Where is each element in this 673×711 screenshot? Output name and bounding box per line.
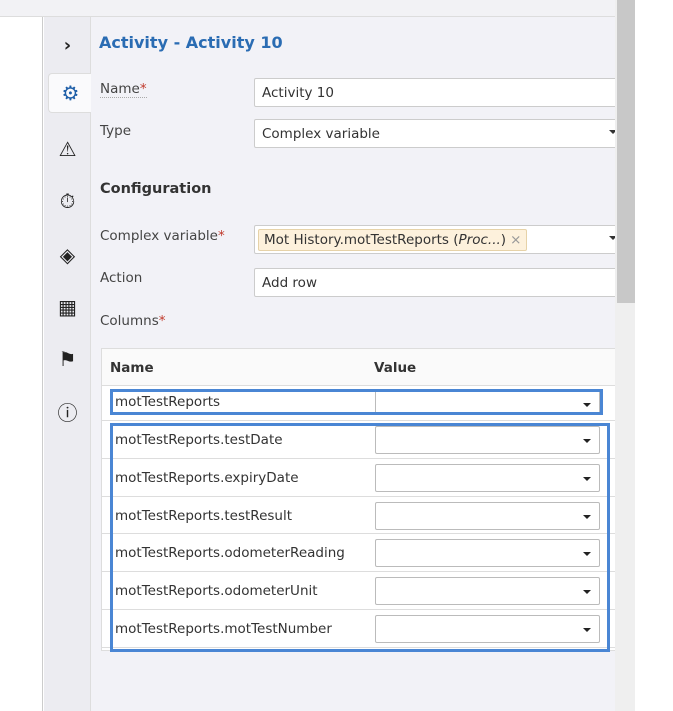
column-name: motTestReports.motTestNumber — [115, 620, 332, 637]
name-label-text: Name — [100, 81, 140, 97]
header-name: Name — [110, 360, 154, 376]
value-select[interactable] — [375, 501, 600, 530]
properties-panel: Activity - Activity 10 Name* Activity 10… — [91, 17, 624, 711]
column-name: motTestReports.odometerUnit — [115, 583, 318, 600]
type-select[interactable]: Complex variable — [254, 119, 624, 148]
table-row: motTestReports.testResult — [102, 497, 615, 535]
table-row: motTestReports.testDate — [102, 421, 615, 459]
required-mark: * — [139, 81, 147, 97]
table-row: motTestReports.motTestNumber — [102, 610, 615, 648]
chevron-down-icon — [583, 552, 591, 557]
chevron-down-icon — [583, 439, 591, 443]
column-name: motTestReports.odometerReading — [115, 545, 345, 562]
table-row: motTestReports.odometerUnit — [102, 572, 615, 610]
timer-icon[interactable]: ⏱ — [44, 181, 91, 221]
value-select[interactable] — [375, 463, 600, 492]
alert-clipboard-icon[interactable]: ⚠ — [44, 129, 91, 169]
forms-icon[interactable]: ◈ — [44, 235, 91, 275]
value-select[interactable] — [375, 390, 600, 415]
name-value: Activity 10 — [262, 85, 334, 101]
required-mark: * — [217, 228, 225, 244]
chevron-down-icon — [583, 627, 591, 632]
selected-variable-tag: Mot History.motTestReports (Proc...) × — [258, 229, 528, 251]
value-select[interactable] — [375, 614, 600, 643]
column-name: motTestReports.expiryDate — [115, 469, 299, 486]
scrollbar-thumb[interactable] — [617, 0, 635, 303]
tag-text-italic: Proc... — [458, 232, 501, 248]
action-label: Action — [100, 270, 143, 286]
complex-variable-select[interactable]: Mot History.motTestReports (Proc...) × — [254, 225, 624, 254]
info-icon[interactable]: ⓘ — [44, 391, 91, 431]
table-row: motTestReports.odometerReading — [102, 534, 615, 573]
tag-text: Mot History.motTestReports ( — [264, 232, 459, 248]
type-value: Complex variable — [262, 126, 380, 142]
chevron-down-icon — [583, 514, 591, 519]
top-bar — [0, 0, 615, 17]
complex-variable-label: Complex variable* — [100, 228, 225, 244]
expand-chevron-icon[interactable]: › — [44, 25, 91, 65]
chevron-down-icon — [583, 476, 591, 481]
value-select[interactable] — [375, 577, 600, 606]
column-name: motTestReports — [115, 394, 221, 410]
value-select[interactable] — [375, 539, 600, 568]
page-title: Activity - Activity 10 — [99, 33, 283, 52]
side-rail: › ⚙ ⚠ ⏱ ◈ ▦ ⚑ ⓘ — [44, 17, 92, 711]
checkered-flag-icon[interactable]: ▦ — [44, 287, 91, 327]
configuration-heading: Configuration — [100, 181, 212, 197]
action-select[interactable]: Add row — [254, 268, 624, 297]
columns-label-text: Columns — [100, 313, 159, 329]
scrollbar[interactable] — [615, 0, 635, 711]
name-label: Name* — [100, 81, 147, 98]
name-input[interactable]: Activity 10 — [254, 78, 624, 107]
flag-icon[interactable]: ⚑ — [44, 339, 91, 379]
column-name: motTestReports.testDate — [115, 432, 283, 448]
table-row: motTestReports — [102, 386, 615, 421]
columns-table: Name Value motTestReports motTestReports.… — [101, 348, 615, 651]
complex-variable-label-text: Complex variable — [100, 228, 218, 244]
action-value: Add row — [262, 275, 317, 291]
table-header: Name Value — [102, 349, 615, 386]
left-pane — [0, 17, 43, 711]
header-value: Value — [374, 360, 417, 376]
chevron-down-icon — [583, 403, 591, 407]
chevron-down-icon — [583, 590, 591, 595]
columns-label: Columns* — [100, 313, 165, 329]
settings-gears-icon[interactable]: ⚙ — [48, 73, 92, 113]
table-row: motTestReports.expiryDate — [102, 459, 615, 497]
column-name: motTestReports.testResult — [115, 507, 293, 524]
remove-tag-icon[interactable]: × — [510, 232, 521, 248]
value-select[interactable] — [375, 426, 600, 454]
type-label: Type — [100, 123, 132, 139]
required-mark: * — [158, 313, 166, 329]
tag-text-end: ) — [500, 232, 507, 248]
